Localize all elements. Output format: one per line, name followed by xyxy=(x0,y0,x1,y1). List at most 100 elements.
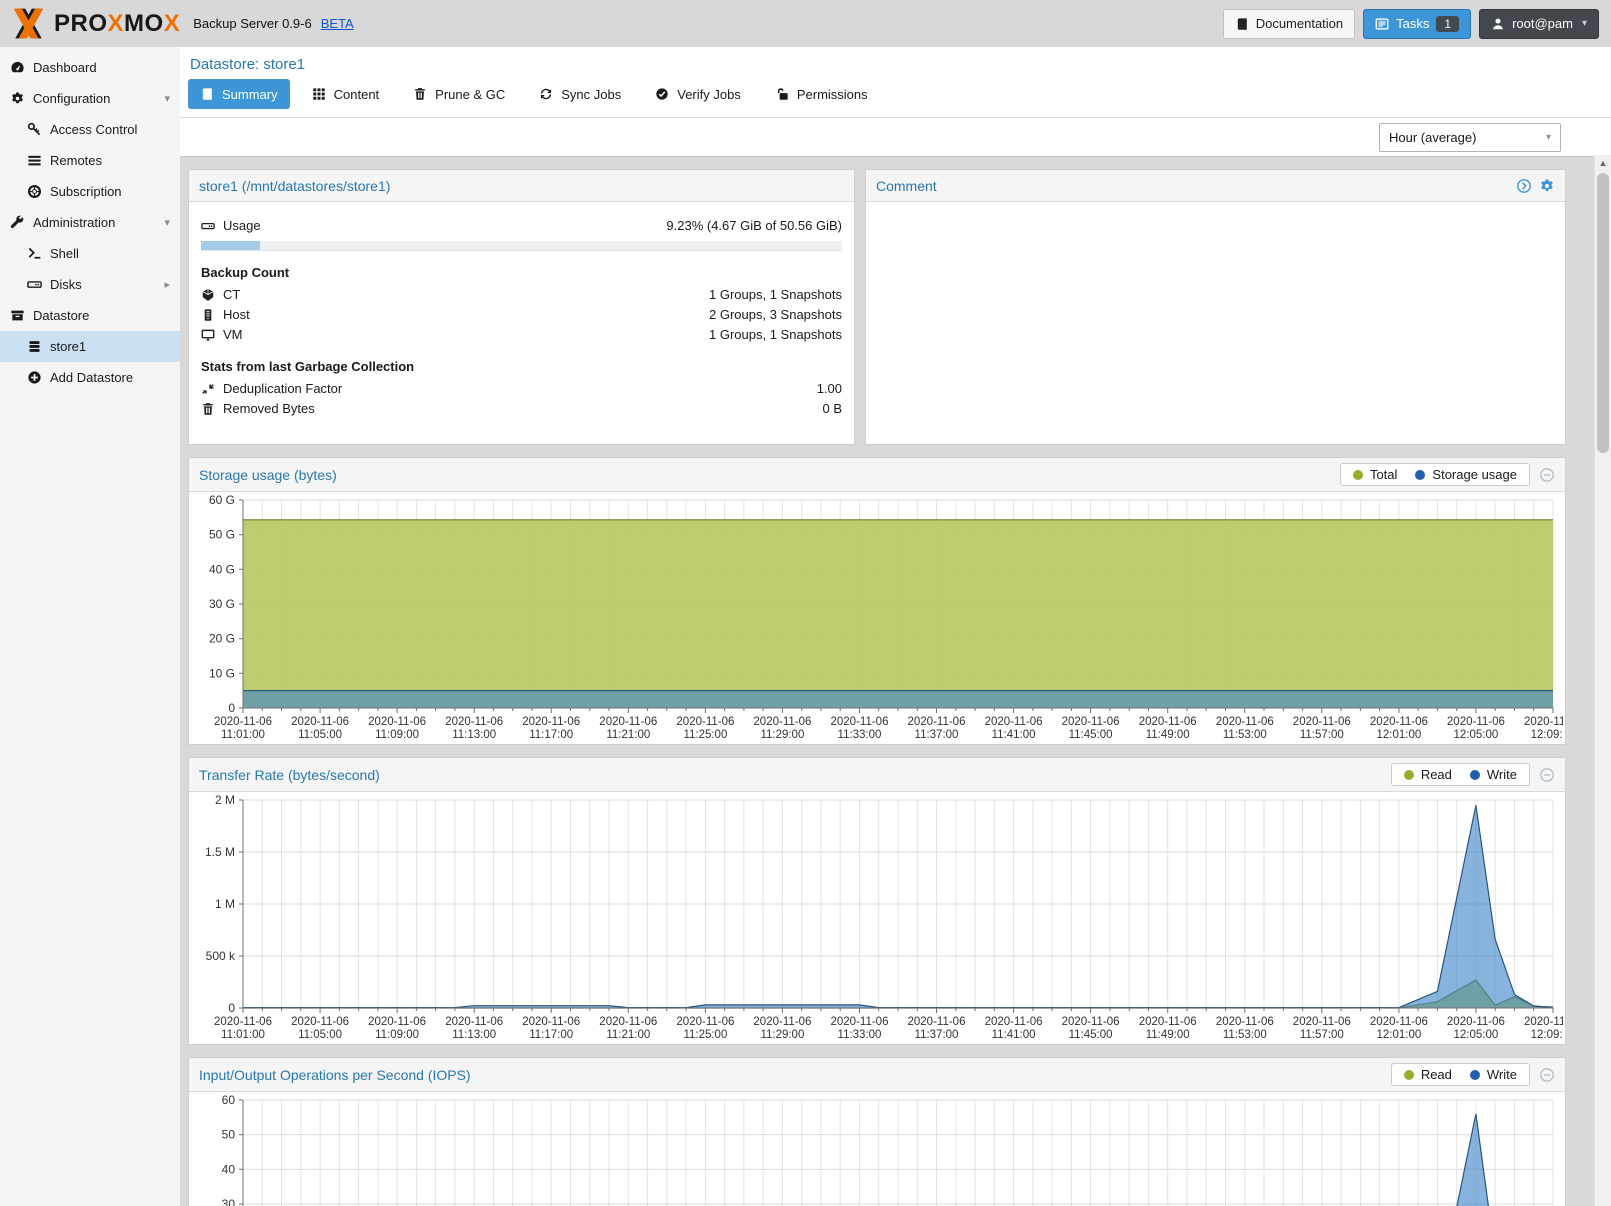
compress-icon xyxy=(201,382,215,396)
svg-text:20 G: 20 G xyxy=(209,632,235,646)
legend-item-write[interactable]: Write xyxy=(1470,1067,1517,1082)
expand-circle-right-icon[interactable] xyxy=(1516,178,1532,194)
timeframe-select[interactable]: Hour (average) ▾ xyxy=(1379,123,1561,152)
svg-text:2020-11-06: 2020-11-06 xyxy=(214,716,272,728)
scrollbar-thumb[interactable] xyxy=(1597,173,1609,453)
sidebar-item-label: Dashboard xyxy=(33,60,97,75)
svg-text:2020-11-06: 2020-11-06 xyxy=(445,716,503,728)
svg-text:2020-11-06: 2020-11-06 xyxy=(676,716,734,728)
sidebar-item-shell[interactable]: Shell xyxy=(0,238,180,269)
store-panel-title: store1 (/mnt/datastores/store1) xyxy=(199,178,390,194)
timeframe-value: Hour (average) xyxy=(1389,130,1476,145)
brand-part: X xyxy=(108,10,125,37)
legend-dot xyxy=(1353,470,1363,480)
chart-title: Storage usage (bytes) xyxy=(199,467,337,483)
svg-text:2020-11-06: 2020-11-06 xyxy=(908,716,966,728)
svg-text:11:33:00: 11:33:00 xyxy=(838,729,882,741)
svg-text:2020-11-06: 2020-11-06 xyxy=(1524,716,1563,728)
svg-text:2020-11-06: 2020-11-06 xyxy=(1447,716,1505,728)
tab-permissions[interactable]: Permissions xyxy=(763,79,880,109)
stat-row-removed-bytes: Removed Bytes 0 B xyxy=(201,399,842,419)
legend-item-total[interactable]: Total xyxy=(1353,467,1397,482)
svg-text:2020-11-06: 2020-11-06 xyxy=(1293,716,1351,728)
gear-icon[interactable] xyxy=(1539,178,1555,194)
sidebar-item-label: Disks xyxy=(50,277,82,292)
svg-text:2020-11-06: 2020-11-06 xyxy=(831,1016,889,1028)
iops-chart-panel: Input/Output Operations per Second (IOPS… xyxy=(188,1057,1566,1206)
panel-header: store1 (/mnt/datastores/store1) xyxy=(189,170,854,202)
svg-text:2020-11-06: 2020-11-06 xyxy=(676,1016,734,1028)
sidebar-item-label: Access Control xyxy=(50,122,137,137)
usage-progress-bar xyxy=(201,241,842,251)
vertical-scrollbar[interactable]: ▲ xyxy=(1594,155,1611,1206)
svg-text:2020-11-06: 2020-11-06 xyxy=(753,716,811,728)
comment-panel: Comment xyxy=(865,169,1566,445)
legend-dot xyxy=(1415,470,1425,480)
sidebar-item-subscription[interactable]: Subscription xyxy=(0,176,180,207)
svg-text:2020-11-06: 2020-11-06 xyxy=(368,716,426,728)
chevron-down-icon[interactable]: ▾ xyxy=(164,216,170,229)
chart-area: 01020304050602020-11-0611:01:002020-11-0… xyxy=(189,1092,1565,1206)
svg-text:11:17:00: 11:17:00 xyxy=(529,1029,573,1041)
legend-item-write[interactable]: Write xyxy=(1470,767,1517,782)
svg-text:2020-11-06: 2020-11-06 xyxy=(1447,1016,1505,1028)
tab-verify-jobs[interactable]: Verify Jobs xyxy=(643,79,753,109)
sidebar-item-access-control[interactable]: Access Control xyxy=(0,114,180,145)
summary-row: store1 (/mnt/datastores/store1) Usage 9.… xyxy=(188,169,1566,445)
collapse-circle-minus-icon[interactable] xyxy=(1539,767,1555,783)
svg-text:2020-11-06: 2020-11-06 xyxy=(522,1016,580,1028)
datastore-icon xyxy=(10,308,25,323)
tab-content[interactable]: Content xyxy=(300,79,392,109)
svg-text:11:53:00: 11:53:00 xyxy=(1223,1029,1267,1041)
svg-text:2020-11-06: 2020-11-06 xyxy=(599,1016,657,1028)
sidebar-item-label: store1 xyxy=(50,339,86,354)
stat-row-deduplication-factor: Deduplication Factor 1.00 xyxy=(201,379,842,399)
sidebar-item-disks[interactable]: Disks ▸ xyxy=(0,269,180,300)
tasks-button[interactable]: Tasks 1 xyxy=(1363,9,1471,39)
svg-text:12:05:00: 12:05:00 xyxy=(1454,729,1499,741)
chevron-down-icon[interactable]: ▾ xyxy=(164,92,170,105)
user-menu-button[interactable]: root@pam ▾ xyxy=(1479,9,1599,39)
book-icon xyxy=(1235,17,1249,31)
svg-text:2020-11-06: 2020-11-06 xyxy=(522,716,580,728)
sidebar-item-dashboard[interactable]: Dashboard xyxy=(0,52,180,83)
legend-item-storage-usage[interactable]: Storage usage xyxy=(1415,467,1517,482)
collapse-circle-minus-icon[interactable] xyxy=(1539,1067,1555,1083)
legend-item-read[interactable]: Read xyxy=(1404,1067,1452,1082)
sidebar-item-datastore[interactable]: Datastore xyxy=(0,300,180,331)
sidebar-item-remotes[interactable]: Remotes xyxy=(0,145,180,176)
tab-bar: Summary Content Prune & GC Sync Jobs Ver… xyxy=(180,76,1611,117)
scroll-up-arrow-icon[interactable]: ▲ xyxy=(1595,155,1611,171)
caret-down-icon: ▾ xyxy=(1582,18,1587,29)
sidebar-item-administration[interactable]: Administration ▾ xyxy=(0,207,180,238)
beta-link[interactable]: BETA xyxy=(321,16,354,31)
documentation-button[interactable]: Documentation xyxy=(1223,9,1355,39)
book-icon xyxy=(200,87,214,101)
host-icon xyxy=(201,308,215,322)
svg-text:2020-11-06: 2020-11-06 xyxy=(1370,1016,1428,1028)
legend-dot xyxy=(1404,770,1414,780)
svg-text:50 G: 50 G xyxy=(209,528,235,542)
sidebar-item-store1[interactable]: store1 xyxy=(0,331,180,362)
tab-prune-gc[interactable]: Prune & GC xyxy=(401,79,517,109)
tab-sync-jobs[interactable]: Sync Jobs xyxy=(527,79,633,109)
chart-legend: Total Storage usage xyxy=(1340,463,1530,486)
svg-text:11:49:00: 11:49:00 xyxy=(1146,729,1190,741)
wrench-icon xyxy=(10,215,25,230)
svg-text:2 M: 2 M xyxy=(215,793,235,807)
svg-text:2020-11-06: 2020-11-06 xyxy=(291,716,349,728)
sidebar: Dashboard Configuration ▾ Access Control… xyxy=(0,47,180,1206)
chevron-down-icon: ▾ xyxy=(1546,132,1551,143)
collapse-circle-minus-icon[interactable] xyxy=(1539,467,1555,483)
sidebar-item-add-datastore[interactable]: Add Datastore xyxy=(0,362,180,393)
tab-label: Content xyxy=(334,87,380,102)
legend-dot xyxy=(1470,1070,1480,1080)
sidebar-item-configuration[interactable]: Configuration ▾ xyxy=(0,83,180,114)
svg-text:11:29:00: 11:29:00 xyxy=(760,1029,804,1041)
tab-summary[interactable]: Summary xyxy=(188,79,290,109)
svg-text:11:09:00: 11:09:00 xyxy=(375,729,419,741)
svg-text:11:13:00: 11:13:00 xyxy=(452,729,496,741)
legend-item-read[interactable]: Read xyxy=(1404,767,1452,782)
svg-text:40 G: 40 G xyxy=(209,562,235,576)
chevron-right-icon[interactable]: ▸ xyxy=(164,278,170,291)
